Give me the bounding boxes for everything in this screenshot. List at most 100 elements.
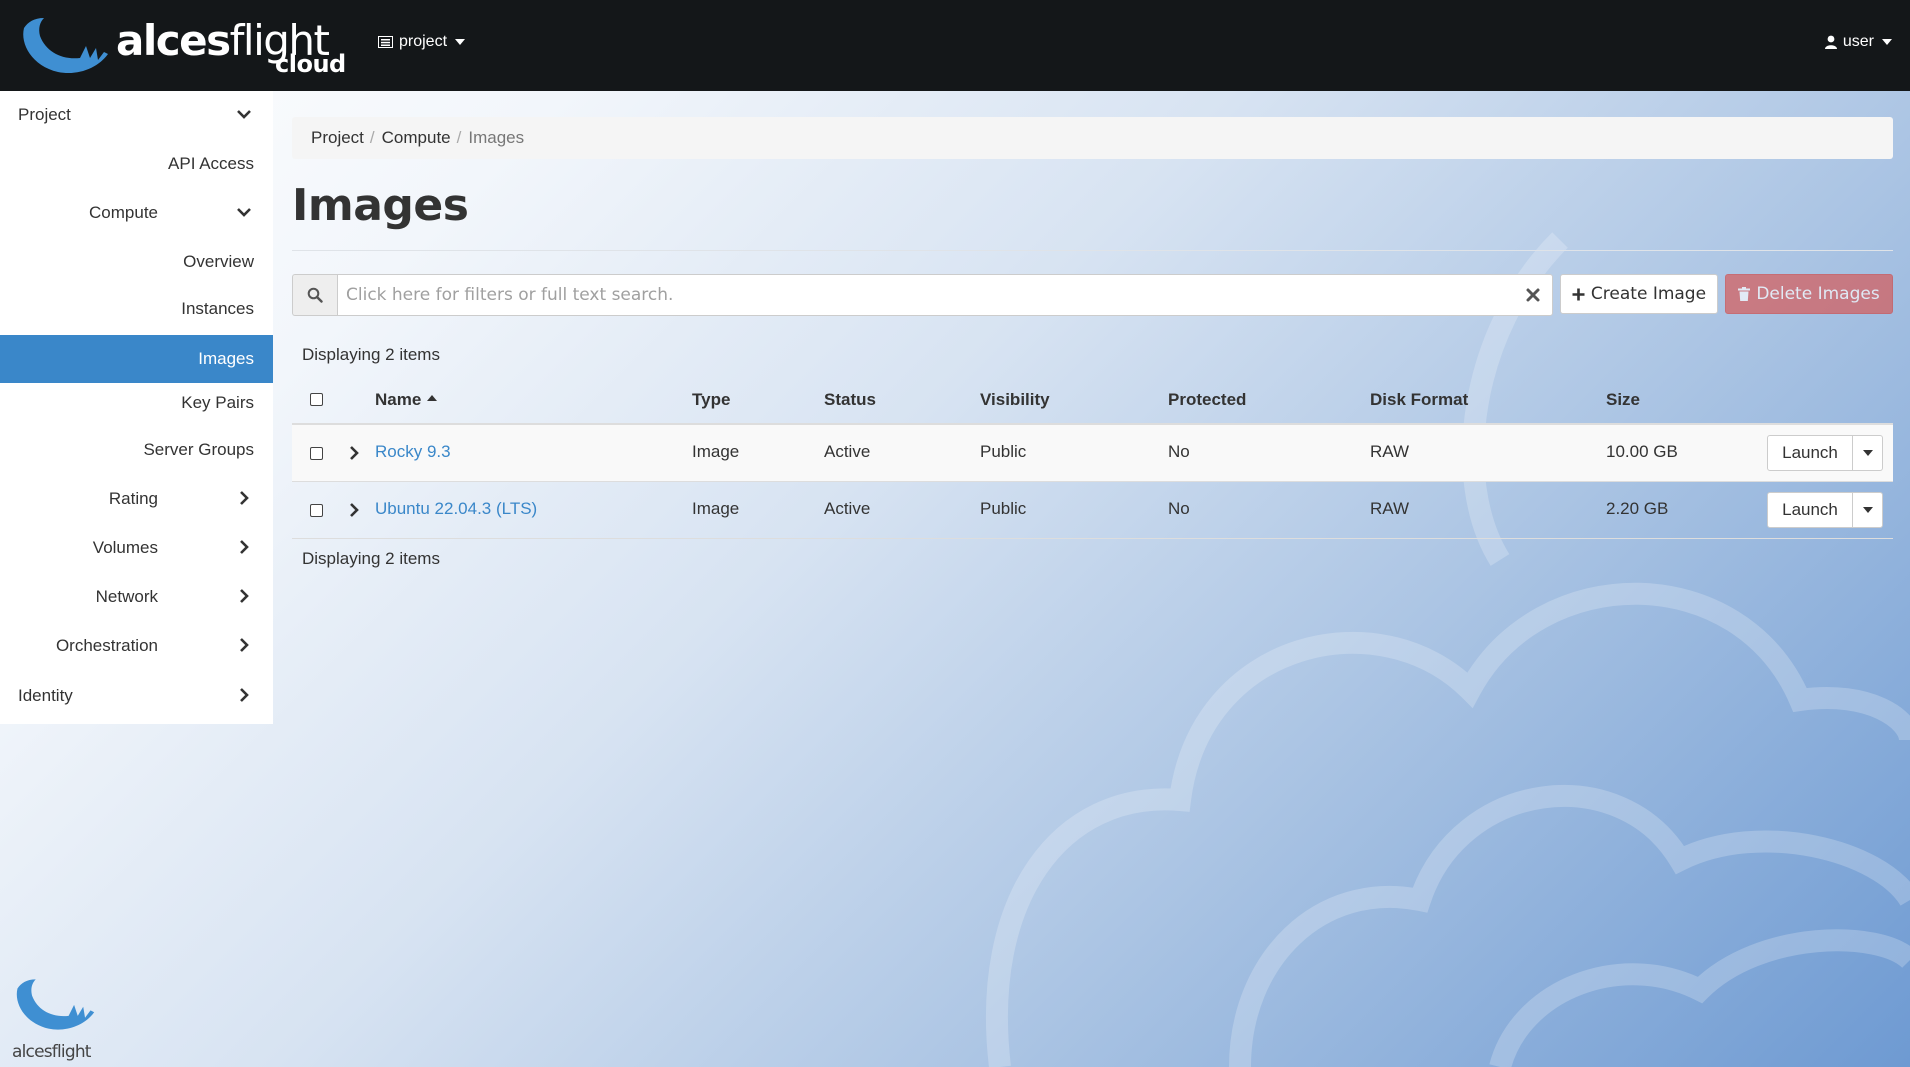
launch-menu-toggle[interactable]: [1853, 435, 1883, 471]
image-disk-format: RAW: [1370, 499, 1410, 518]
chevron-right-icon: [240, 491, 249, 505]
sidebar-item-label: Key Pairs: [181, 393, 254, 412]
brand-logo[interactable]: alcesflight cloud: [18, 14, 348, 78]
sidebar-item-network[interactable]: Network: [0, 573, 273, 621]
caret-down-icon: [1862, 450, 1873, 456]
breadcrumb-images: Images: [468, 128, 525, 147]
search-icon: [307, 287, 323, 303]
sidebar-item-label: Overview: [183, 252, 254, 271]
page-title: Images: [292, 180, 469, 231]
breadcrumb-project[interactable]: Project: [311, 128, 364, 148]
chevron-down-icon: [237, 110, 251, 119]
filter-search-group: [292, 274, 1553, 316]
title-divider: [292, 250, 1893, 251]
sidebar-item-rating[interactable]: Rating: [0, 475, 273, 523]
row-select-checkbox[interactable]: [310, 504, 323, 517]
launch-menu-toggle[interactable]: [1853, 492, 1883, 528]
image-name-link[interactable]: Ubuntu 22.04.3 (LTS): [375, 499, 537, 519]
clear-search-icon[interactable]: [1525, 287, 1541, 303]
image-visibility: Public: [980, 499, 1027, 518]
image-protected: No: [1168, 442, 1190, 461]
image-status: Active: [824, 442, 871, 461]
caret-down-icon: [1862, 507, 1873, 513]
row-select-checkbox[interactable]: [310, 447, 323, 460]
chevron-right-icon[interactable]: [348, 502, 360, 518]
image-protected: No: [1168, 499, 1190, 518]
search-addon[interactable]: [292, 274, 337, 316]
image-size: 10.00 GB: [1606, 442, 1678, 461]
column-header-visibility[interactable]: Visibility: [980, 390, 1050, 410]
image-type: Image: [692, 442, 740, 461]
column-header-disk-format[interactable]: Disk Format: [1370, 390, 1468, 410]
caret-down-icon: [1882, 39, 1892, 45]
launch-button-group: Launch: [1767, 435, 1883, 471]
launch-button[interactable]: Launch: [1767, 492, 1853, 528]
sidebar-item-images[interactable]: Images: [0, 335, 273, 383]
search-input[interactable]: [337, 274, 1553, 316]
chevron-right-icon[interactable]: [348, 445, 360, 461]
sidebar-item-compute[interactable]: Compute: [0, 189, 273, 237]
plus-icon: [1572, 288, 1585, 300]
sidebar-item-label: Compute: [89, 203, 158, 222]
sidebar-item-label: Volumes: [92, 538, 158, 557]
item-count-bottom: Displaying 2 items: [302, 549, 440, 568]
chevron-right-icon: [240, 688, 249, 702]
column-header-name[interactable]: Name: [375, 390, 438, 410]
table-header: Name Type Status Visibility Protected Di…: [292, 376, 1893, 425]
sidebar-item-label: Project: [18, 105, 71, 124]
sidebar-item-identity[interactable]: Identity: [0, 672, 273, 720]
sidebar-item-server-groups[interactable]: Server Groups: [0, 426, 273, 474]
user-dropdown-label: user: [1842, 33, 1874, 50]
sidebar-item-label: Instances: [181, 299, 254, 318]
sidebar-item-instances[interactable]: Instances: [0, 285, 273, 333]
column-header-size[interactable]: Size: [1606, 390, 1640, 410]
sidebar-item-project[interactable]: Project: [0, 91, 273, 139]
launch-button[interactable]: Launch: [1767, 435, 1853, 471]
project-dropdown-label: project: [399, 33, 448, 50]
chevron-right-icon: [240, 638, 249, 652]
project-list-icon: [378, 36, 393, 48]
sidebar-item-label: Network: [95, 587, 158, 606]
create-image-button[interactable]: Create Image: [1560, 274, 1718, 314]
antler-logo-icon: [23, 18, 108, 74]
image-visibility: Public: [980, 442, 1027, 461]
user-icon: [1824, 35, 1837, 49]
sidebar-item-api-access[interactable]: API Access: [0, 140, 273, 188]
table-row: Rocky 9.3 Image Active Public No RAW 10.…: [292, 425, 1893, 482]
image-name-link[interactable]: Rocky 9.3: [375, 442, 451, 462]
breadcrumb-compute[interactable]: Compute: [382, 128, 451, 148]
footer-logo: alcesflight: [12, 975, 102, 1065]
sidebar-item-orchestration[interactable]: Orchestration: [0, 622, 273, 670]
caret-down-icon: [455, 39, 466, 45]
chevron-down-icon: [237, 208, 251, 217]
column-header-protected[interactable]: Protected: [1168, 390, 1246, 410]
breadcrumb-separator: /: [369, 128, 375, 147]
antler-logo-icon: [16, 979, 95, 1030]
breadcrumb-separator: /: [456, 128, 462, 147]
column-header-type[interactable]: Type: [692, 390, 730, 410]
item-count-top: Displaying 2 items: [302, 345, 440, 364]
column-header-status[interactable]: Status: [824, 390, 876, 410]
brand-subtitle: cloud: [275, 50, 346, 78]
delete-images-button[interactable]: Delete Images: [1725, 274, 1893, 314]
top-navbar: alcesflight cloud project user: [0, 0, 1910, 91]
delete-images-label: Delete Images: [1756, 284, 1880, 304]
select-all-checkbox[interactable]: [310, 393, 323, 406]
image-status: Active: [824, 499, 871, 518]
sidebar-item-label: Rating: [108, 489, 158, 508]
sidebar-item-volumes[interactable]: Volumes: [0, 524, 273, 572]
launch-button-group: Launch: [1767, 492, 1883, 528]
project-dropdown[interactable]: project: [378, 33, 466, 51]
image-disk-format: RAW: [1370, 442, 1410, 461]
trash-icon: [1738, 287, 1751, 301]
sidebar-item-label: Orchestration: [55, 636, 158, 655]
user-dropdown[interactable]: user: [1824, 33, 1892, 51]
sidebar-item-label: Images: [198, 349, 254, 368]
chevron-right-icon: [240, 540, 249, 554]
sidebar-item-key-pairs[interactable]: Key Pairs: [0, 379, 273, 427]
sidebar-item-label: API Access: [168, 154, 254, 173]
table-row: Ubuntu 22.04.3 (LTS) Image Active Public…: [292, 482, 1893, 539]
image-size: 2.20 GB: [1606, 499, 1669, 518]
sidebar-item-overview[interactable]: Overview: [0, 238, 273, 286]
breadcrumb: Project / Compute / Images: [292, 117, 1893, 159]
